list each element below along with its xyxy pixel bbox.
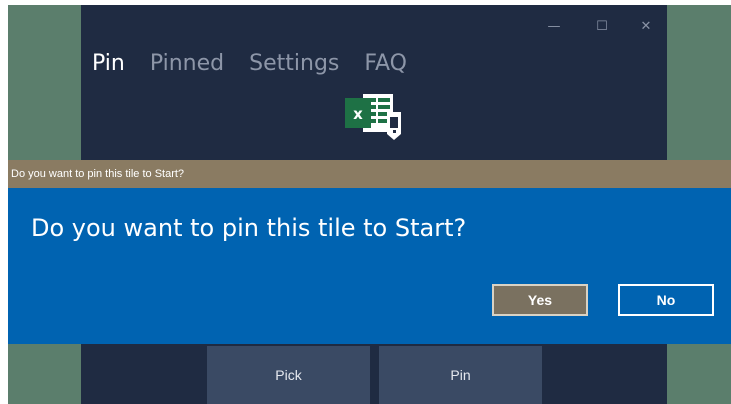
tab-settings[interactable]: Settings (249, 51, 339, 76)
no-button[interactable]: No (618, 284, 714, 316)
pin-confirm-dialog: Do you want to pin this tile to Start? D… (8, 160, 731, 344)
svg-text:x: x (353, 105, 363, 123)
tab-pinned[interactable]: Pinned (150, 51, 224, 76)
tab-faq[interactable]: FAQ (364, 51, 407, 76)
dialog-title: Do you want to pin this tile to Start? (8, 160, 731, 188)
pick-button[interactable]: Pick (207, 346, 370, 404)
maximize-button[interactable]: ☐ (584, 13, 620, 39)
nav-tabs: Pin Pinned Settings FAQ (92, 51, 407, 76)
excel-pin-icon: x (343, 90, 413, 142)
dialog-message: Do you want to pin this tile to Start? (31, 214, 467, 242)
tab-pin[interactable]: Pin (92, 51, 125, 76)
dialog-body: Do you want to pin this tile to Start? Y… (8, 188, 731, 344)
minimize-button[interactable]: — (536, 13, 572, 39)
yes-button[interactable]: Yes (492, 284, 588, 316)
close-button[interactable]: ✕ (628, 13, 664, 39)
pin-button[interactable]: Pin (379, 346, 542, 404)
